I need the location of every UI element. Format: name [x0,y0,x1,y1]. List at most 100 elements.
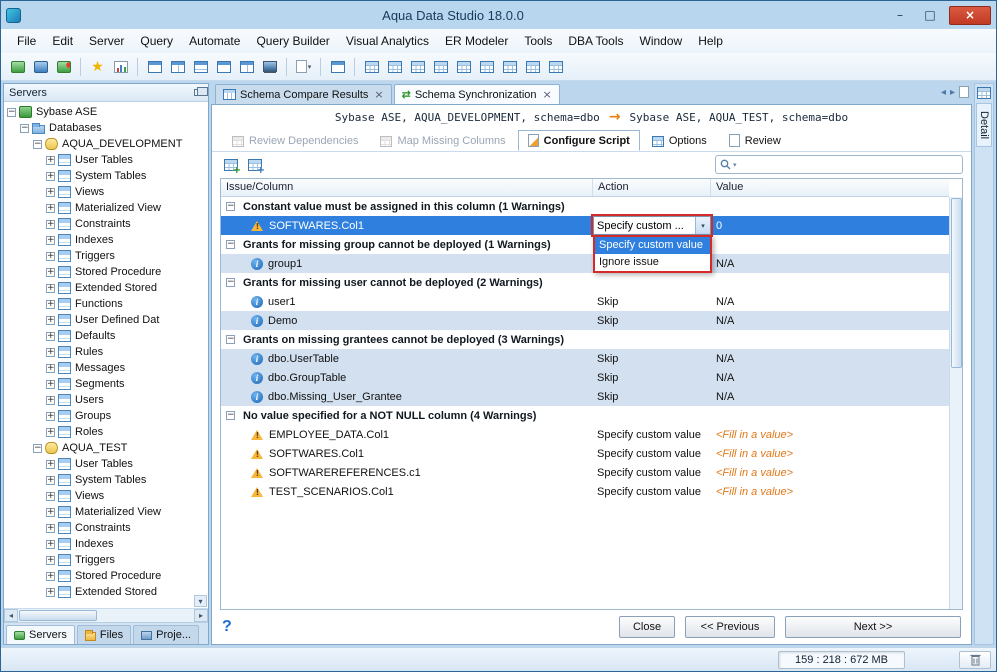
grid-results-icon[interactable] [361,56,382,77]
tree-item-materialized-view[interactable]: + Materialized View [4,504,208,520]
tree-item-constraints[interactable]: + Constraints [4,216,208,232]
close-button[interactable]: Close [619,616,675,638]
register-server-icon[interactable] [7,56,28,77]
search-box[interactable]: ▾ [715,155,963,174]
visual-analytics-icon[interactable] [110,56,131,77]
new-window-icon[interactable] [327,56,348,77]
grid-vertical-scrollbar[interactable] [949,197,962,609]
menu-tools[interactable]: Tools [516,31,560,51]
issue-row-softwares-col1[interactable]: SOFTWARES.Col1 Specify custom ... ▾0 [221,214,949,237]
action-dropdown[interactable]: Specify custom value Ignore issue [593,235,712,273]
scroll-right-icon[interactable]: ▸ [194,609,208,622]
menu-visual-analytics[interactable]: Visual Analytics [338,31,437,51]
issue-row-demo[interactable]: Demo SkipN/A [221,311,949,330]
tree-item-users[interactable]: + Users [4,392,208,408]
tree-item-segments[interactable]: + Segments [4,376,208,392]
expand-icon[interactable]: + [46,203,55,213]
tree-item-sybase-ase[interactable]: − Sybase ASE [4,104,208,120]
collapse-all-icon[interactable]: + [244,155,265,176]
window-tile-horizontal-icon[interactable] [190,56,211,77]
issue-group-header[interactable]: − No value specified for a NOT NULL colum… [221,406,949,425]
menu-file[interactable]: File [9,31,44,51]
grid-export-icon[interactable] [499,56,520,77]
column-header-value[interactable]: Value [711,179,949,196]
expand-icon[interactable]: + [46,379,55,389]
collapse-icon[interactable]: − [226,278,235,287]
undock-panel-icon[interactable] [194,87,208,96]
action-cell[interactable]: Specify custom value [593,463,711,482]
tree-item-system-tables[interactable]: + System Tables [4,472,208,488]
scrollbar-thumb[interactable] [19,610,97,621]
value-cell[interactable]: N/A [711,387,949,406]
issue-row-group1[interactable]: group1 N/A [221,254,949,273]
tab-list-icon[interactable] [959,86,969,98]
tree-item-user-defined-dat[interactable]: + User Defined Dat [4,312,208,328]
wizard-tab-configure-script[interactable]: Configure Script [517,130,640,151]
tree-item-constraints[interactable]: + Constraints [4,520,208,536]
expand-icon[interactable]: + [46,155,55,165]
grid-form-icon[interactable] [430,56,451,77]
expand-icon[interactable]: + [46,283,55,293]
panel-tab-servers[interactable]: Servers [6,625,75,644]
close-tab-icon[interactable]: × [543,89,552,100]
monitor-icon[interactable] [259,56,280,77]
search-options-icon[interactable]: ▾ [733,161,737,169]
chevron-down-icon[interactable]: ▾ [695,217,710,234]
menu-automate[interactable]: Automate [181,31,248,51]
menu-window[interactable]: Window [632,31,691,51]
expand-icon[interactable]: + [46,571,55,581]
issue-group-header[interactable]: − Constant value must be assigned in this… [221,197,949,216]
wizard-tab-review[interactable]: Review [719,130,791,151]
value-cell[interactable]: N/A [711,311,949,330]
tree-item-roles[interactable]: + Roles [4,424,208,440]
expand-icon[interactable]: + [46,411,55,421]
tree-item-triggers[interactable]: + Triggers [4,248,208,264]
value-cell[interactable]: N/A [711,292,949,311]
collapse-icon[interactable]: − [226,202,235,211]
tree-item-materialized-view[interactable]: + Materialized View [4,200,208,216]
tree-item-extended-stored[interactable]: + Extended Stored [4,280,208,296]
action-cell[interactable]: Skip [593,349,711,368]
expand-icon[interactable]: + [46,395,55,405]
issue-row-user1[interactable]: user1 SkipN/A [221,292,949,311]
expand-icon[interactable]: + [46,347,55,357]
detail-tab[interactable]: Detail [976,103,992,148]
next-button[interactable]: Next >> [785,616,961,638]
expand-icon[interactable]: + [46,539,55,549]
dropdown-option-ignore-issue[interactable]: Ignore issue [595,254,710,271]
expand-icon[interactable]: + [46,555,55,565]
menu-help[interactable]: Help [690,31,731,51]
action-cell[interactable]: Specify custom value [593,482,711,501]
value-cell[interactable]: N/A [711,368,949,387]
window-expand-icon[interactable] [236,56,257,77]
grid-filter-icon[interactable] [522,56,543,77]
search-input[interactable] [738,158,958,171]
tree-item-messages[interactable]: + Messages [4,360,208,376]
tree-item-system-tables[interactable]: + System Tables [4,168,208,184]
tab-schema-compare-results[interactable]: Schema Compare Results × [215,84,392,104]
value-cell[interactable]: <Fill in a value> [711,444,949,463]
collapse-icon[interactable]: − [33,139,42,149]
expand-icon[interactable]: + [46,235,55,245]
expand-icon[interactable]: + [46,251,55,261]
expand-icon[interactable]: + [46,363,55,373]
close-tab-icon[interactable]: × [374,89,383,100]
issue-group-header[interactable]: − Grants for missing user cannot be deplo… [221,273,949,292]
action-combobox[interactable]: Specify custom ... ▾ [591,214,713,237]
tree-item-stored-procedure[interactable]: + Stored Procedure [4,568,208,584]
tree-item-extended-stored[interactable]: + Extended Stored [4,584,208,600]
issue-row-dbo-grouptable[interactable]: dbo.GroupTable SkipN/A [221,368,949,387]
column-header-action[interactable]: Action [593,179,711,196]
expand-icon[interactable]: + [46,523,55,533]
collapse-icon[interactable]: − [226,411,235,420]
maximize-button[interactable]: □ [915,6,945,24]
expand-icon[interactable]: + [46,427,55,437]
grid-pinned-icon[interactable] [384,56,405,77]
tree-item-user-tables[interactable]: + User Tables [4,456,208,472]
collapse-icon[interactable]: − [226,335,235,344]
dropdown-option-specify-custom-value[interactable]: Specify custom value [595,237,710,254]
issue-row-test-scenarios-col1[interactable]: TEST_SCENARIOS.Col1 Specify custom value<… [221,482,949,501]
collapse-icon[interactable]: − [20,123,29,133]
issue-group-header[interactable]: − Grants on missing grantees cannot be de… [221,330,949,349]
menu-edit[interactable]: Edit [44,31,81,51]
